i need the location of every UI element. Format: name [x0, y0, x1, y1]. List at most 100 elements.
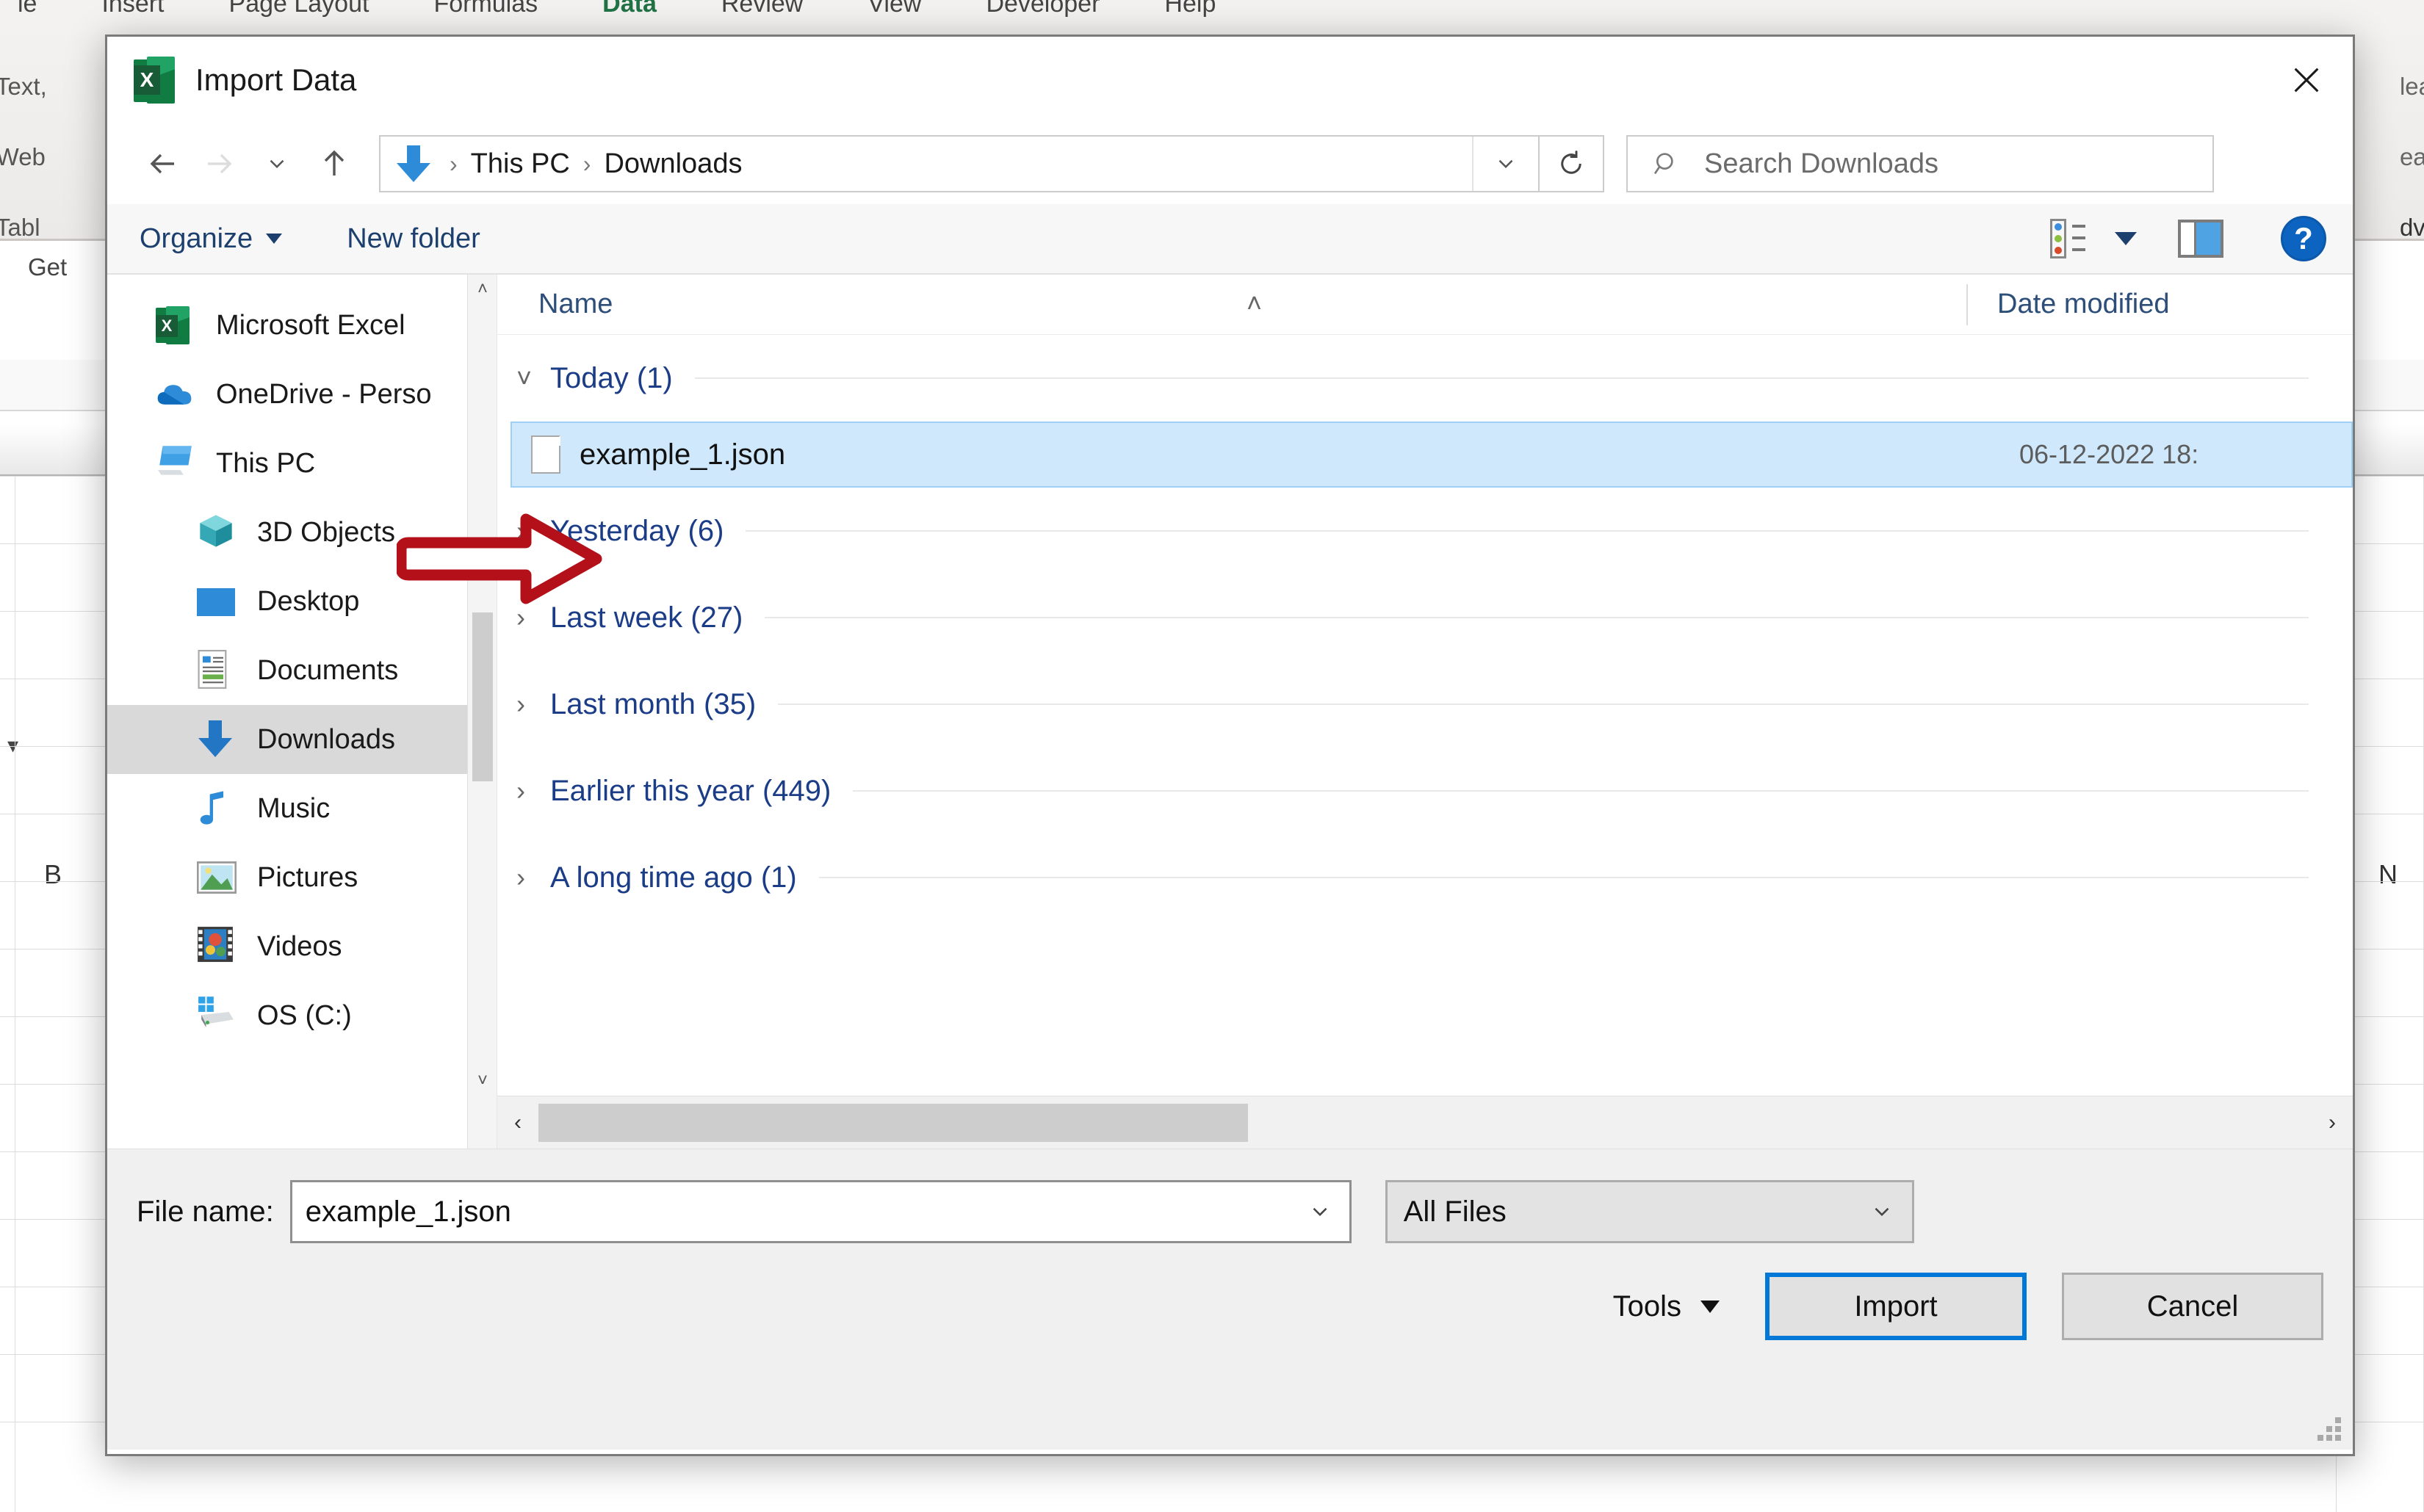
scroll-right-icon[interactable]: › [2312, 1110, 2353, 1135]
scrollbar-thumb[interactable] [538, 1104, 1248, 1142]
view-dropdown-icon[interactable] [2115, 232, 2137, 245]
file-group-header-earlier-this-year[interactable]: › Earlier this year (449) [497, 748, 2353, 834]
ribbon-tab-insert[interactable]: Insert [91, 0, 174, 18]
group-divider [778, 703, 2309, 705]
chevron-right-icon: › [516, 516, 550, 546]
chevron-down-icon: ˅ [516, 363, 550, 394]
group-label: A long time ago (1) [550, 861, 797, 894]
ribbon-clear-item[interactable]: lear [2400, 51, 2424, 122]
ribbon-from-web-item[interactable]: m Web [0, 122, 47, 192]
file-name-row: File name: example_1.json All Files [107, 1180, 2353, 1243]
ribbon-advanced-item[interactable]: dva [2400, 192, 2424, 263]
ribbon-tab-help[interactable]: Help [1154, 0, 1226, 18]
help-icon[interactable]: ? [2281, 216, 2326, 261]
sidebar-item-desktop[interactable]: Desktop [107, 567, 497, 636]
sidebar-item-microsoft-excel[interactable]: X Microsoft Excel [107, 291, 497, 360]
sidebar-item-label: Downloads [257, 724, 395, 756]
file-type-value: All Files [1404, 1196, 1507, 1229]
ribbon-tab-data[interactable]: Data [592, 0, 667, 18]
sidebar-item-onedrive[interactable]: OneDrive - Perso [107, 360, 497, 429]
file-group-header-today[interactable]: ˅ Today (1) [497, 335, 2353, 422]
search-input[interactable]: Search Downloads [1626, 135, 2214, 192]
import-button[interactable]: Import [1765, 1273, 2027, 1340]
ribbon-from-text-item[interactable]: m Text, [0, 51, 47, 122]
documents-icon [197, 650, 238, 691]
file-name-value: example_1.json [306, 1196, 511, 1229]
close-icon[interactable] [2260, 37, 2353, 123]
sidebar-item-music[interactable]: Music [107, 774, 497, 843]
up-button[interactable] [306, 135, 363, 192]
sidebar-item-videos[interactable]: Videos [107, 912, 497, 981]
group-divider [765, 617, 2309, 618]
group-label: Last month (35) [550, 688, 756, 721]
sidebar-item-pictures[interactable]: Pictures [107, 843, 497, 912]
sidebar-item-this-pc[interactable]: This PC [107, 429, 497, 498]
chevron-right-icon: › [516, 862, 550, 893]
chevron-right-icon: › [516, 775, 550, 806]
ribbon-tab-formulas[interactable]: Formulas [423, 0, 548, 18]
import-data-dialog: X Import Data [105, 35, 2355, 1456]
address-bar[interactable]: › This PC › Downloads [379, 135, 1540, 192]
forward-button[interactable] [191, 135, 248, 192]
dialog-body: X Microsoft Excel OneDrive - Perso [107, 275, 2353, 1149]
tools-button[interactable]: Tools [1613, 1290, 1720, 1323]
search-icon [1651, 149, 1681, 178]
sidebar-item-3d-objects[interactable]: 3D Objects [107, 498, 497, 567]
dialog-footer: File name: example_1.json All Files Tool… [107, 1149, 2353, 1450]
sidebar-item-documents[interactable]: Documents [107, 636, 497, 705]
file-group-header-a-long-time-ago[interactable]: › A long time ago (1) [497, 834, 2353, 921]
resize-grip-icon[interactable] [2312, 1411, 2341, 1441]
table-row[interactable]: example_1.json 06-12-2022 18: [511, 422, 2353, 488]
ribbon-tab-review[interactable]: Review [711, 0, 813, 18]
music-note-icon [197, 788, 238, 829]
sidebar-item-label: Microsoft Excel [216, 310, 405, 341]
file-group-header-yesterday[interactable]: › Yesterday (6) [497, 488, 2353, 574]
column-header-date-modified[interactable]: Date modified [1966, 284, 2169, 325]
sidebar-item-downloads[interactable]: Downloads [107, 705, 497, 774]
preview-pane-icon[interactable] [2178, 220, 2223, 258]
chevron-right-icon: › [516, 602, 550, 633]
address-dropdown-icon[interactable] [1472, 137, 1538, 191]
organize-button[interactable]: Organize [134, 220, 288, 258]
scroll-up-icon[interactable]: ˄ [468, 275, 497, 304]
scroll-left-icon[interactable]: ‹ [497, 1110, 538, 1135]
chevron-right-icon: › [516, 689, 550, 720]
sidebar-item-label: 3D Objects [257, 517, 395, 549]
file-type-select[interactable]: All Files [1385, 1180, 1914, 1243]
column-header-name[interactable]: Name [497, 289, 1966, 320]
cancel-button[interactable]: Cancel [2062, 1273, 2323, 1340]
file-list-horizontal-scrollbar[interactable]: ‹ › [497, 1096, 2353, 1149]
ribbon-tab-developer[interactable]: Developer [975, 0, 1110, 18]
view-options-icon[interactable] [2050, 219, 2090, 258]
group-label: Yesterday (6) [550, 515, 724, 548]
sidebar-scrollbar[interactable]: ˄ ˅ [467, 275, 497, 1149]
scrollbar-track[interactable] [538, 1104, 2312, 1142]
back-button[interactable] [134, 135, 191, 192]
ribbon-tab-file[interactable]: le [7, 0, 47, 18]
breadcrumb-this-pc[interactable]: This PC [471, 148, 570, 180]
sidebar-item-os-c[interactable]: OS (C:) [107, 981, 497, 1050]
refresh-button[interactable] [1540, 135, 1604, 192]
ribbon-get-label[interactable]: Get [28, 253, 67, 281]
ribbon-tab-page-layout[interactable]: Page Layout [219, 0, 380, 18]
file-group-header-last-month[interactable]: › Last month (35) [497, 661, 2353, 748]
computer-icon [156, 443, 197, 484]
file-group-header-last-week[interactable]: › Last week (27) [497, 574, 2353, 661]
group-divider [695, 377, 2309, 379]
file-type-dropdown-icon[interactable] [1869, 1199, 1894, 1224]
ribbon-tab-view[interactable]: View [857, 0, 931, 18]
ribbon-from-table-item[interactable]: m Tabl [0, 192, 47, 263]
scrollbar-thumb[interactable] [472, 612, 493, 781]
sort-ascending-icon: ˄ [1247, 288, 1262, 319]
file-name-dropdown-icon[interactable] [1291, 1182, 1349, 1241]
file-name-input[interactable]: example_1.json [290, 1180, 1352, 1243]
file-icon [531, 435, 560, 474]
pictures-icon [197, 857, 238, 898]
recent-locations-button[interactable] [248, 135, 306, 192]
new-folder-button[interactable]: New folder [341, 220, 486, 258]
group-divider [746, 530, 2309, 532]
breadcrumb-downloads[interactable]: Downloads [604, 148, 742, 180]
ribbon-reapply-item[interactable]: eap [2400, 122, 2424, 192]
scroll-down-icon[interactable]: ˅ [468, 1066, 497, 1096]
group-label: Today (1) [550, 362, 673, 395]
